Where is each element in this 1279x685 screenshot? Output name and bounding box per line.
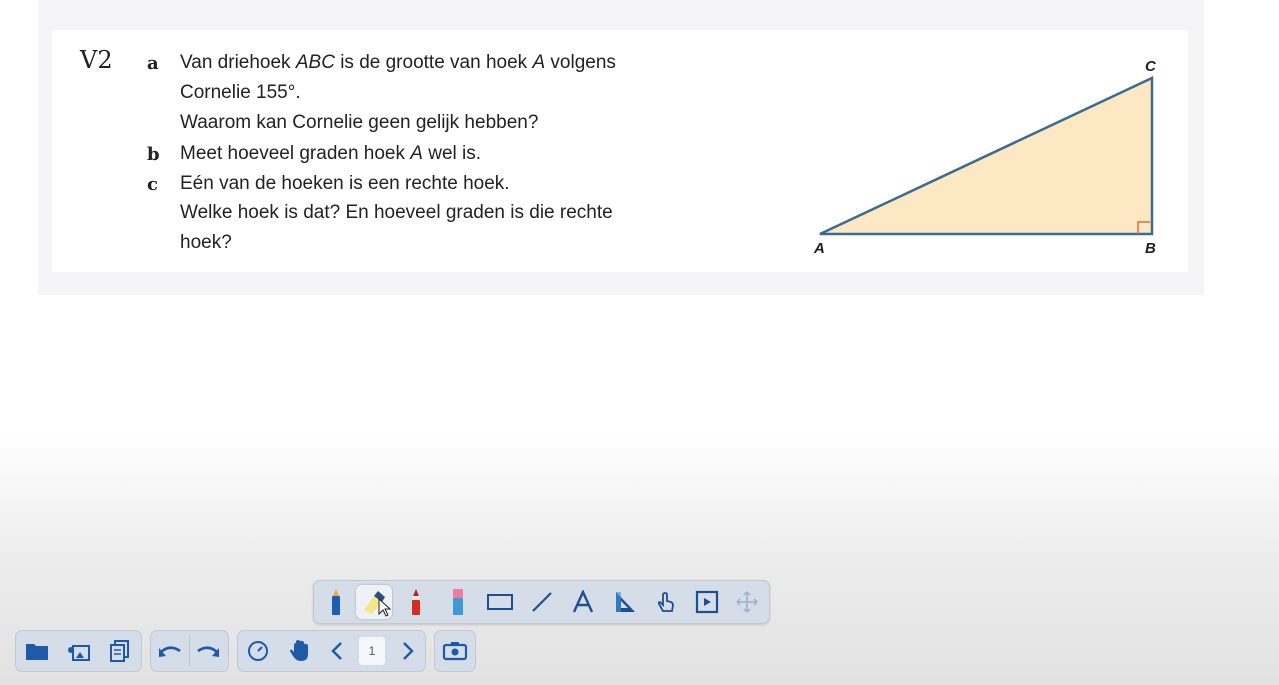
pages-icon — [110, 640, 129, 662]
open-folder-button[interactable] — [20, 634, 54, 668]
pen-tool[interactable] — [318, 585, 354, 619]
part-a-line-3: Waarom kan Cornelie geen gelijk hebben? — [180, 112, 539, 133]
rectangle-tool[interactable] — [482, 585, 518, 619]
part-c-line-1: Eén van de hoeken is een rechte hoek. — [180, 173, 510, 194]
screenshot-button[interactable] — [438, 634, 472, 668]
timer-button[interactable] — [241, 634, 275, 668]
divider — [189, 635, 190, 667]
pages-overview-button[interactable] — [102, 634, 136, 668]
rectangle-icon — [487, 594, 513, 610]
part-letter-a: a — [147, 53, 159, 74]
previous-page-button[interactable] — [320, 634, 354, 668]
red-pen-tool[interactable] — [398, 585, 434, 619]
touch-tool[interactable] — [648, 585, 684, 619]
chevron-left-icon — [331, 642, 342, 660]
vertex-label-b: B — [1145, 240, 1156, 257]
touch-icon — [657, 592, 674, 612]
part-letter-c: c — [147, 174, 158, 195]
set-square-icon — [616, 592, 635, 612]
ruler-tool[interactable] — [607, 585, 643, 619]
navigation-group: 1 — [237, 630, 426, 672]
triangle-abc — [819, 76, 1154, 236]
move-icon — [736, 591, 758, 613]
text-tool[interactable] — [565, 585, 601, 619]
highlighter-tool[interactable] — [356, 585, 392, 619]
drawing-toolbar — [313, 580, 770, 624]
part-letter-b: b — [147, 144, 160, 165]
history-group — [150, 630, 229, 672]
exercise-number: V2 — [80, 46, 113, 74]
camera-group — [434, 630, 476, 672]
vertex-label-a: A — [813, 240, 825, 257]
part-a-line-2: Cornelie 155°. — [180, 82, 301, 103]
redo-icon — [197, 646, 219, 657]
camera-icon — [442, 642, 468, 661]
part-c-line-2: Welke hoek is dat? En hoeveel graden is … — [180, 202, 613, 223]
page-number-field[interactable]: 1 — [359, 637, 385, 665]
folder-icon — [26, 644, 48, 660]
hand-icon — [290, 640, 308, 661]
chevron-right-icon — [403, 642, 414, 660]
red-marker-icon — [412, 589, 420, 615]
blue-marker-icon — [332, 589, 340, 615]
part-b-line-1: Meet hoeveel graden hoek A wel is. — [180, 143, 482, 164]
media-library-icon — [68, 645, 90, 661]
media-library-button[interactable] — [61, 634, 95, 668]
stopwatch-icon — [248, 641, 268, 661]
part-c-line-3: hoek? — [180, 232, 232, 253]
line-icon — [532, 592, 552, 612]
media-tool[interactable] — [689, 585, 725, 619]
triangle-abc-figure: A B C — [813, 58, 1157, 257]
text-a-icon — [572, 590, 594, 613]
move-toolbar-handle[interactable] — [729, 585, 765, 619]
undo-icon — [159, 646, 181, 657]
next-page-button[interactable] — [391, 634, 425, 668]
part-a-line-1: Van driehoek ABC is de grootte van hoek … — [180, 52, 616, 73]
file-group — [15, 630, 142, 672]
eraser-tool[interactable] — [440, 585, 476, 619]
eraser-icon — [453, 589, 463, 615]
undo-button[interactable] — [153, 634, 187, 668]
play-frame-icon — [695, 590, 719, 614]
redo-button[interactable] — [191, 634, 225, 668]
highlighter-icon — [364, 591, 385, 614]
vertex-label-c: C — [1145, 58, 1157, 75]
line-tool[interactable] — [524, 585, 560, 619]
hand-pan-button[interactable] — [283, 634, 317, 668]
